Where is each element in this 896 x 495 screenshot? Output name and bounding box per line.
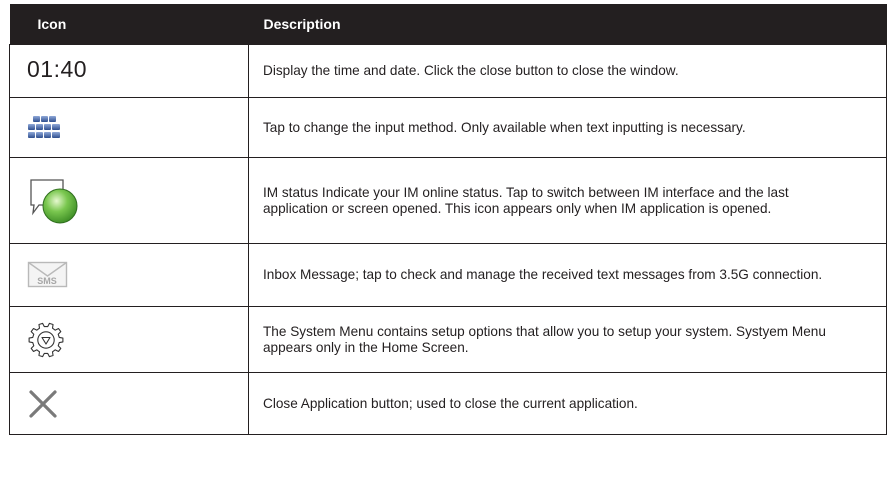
clock-time-display: 01:40 <box>27 56 88 82</box>
sms-label-text: SMS <box>37 276 57 286</box>
table-header-row: Icon Description <box>9 4 887 45</box>
icon-cell <box>9 157 249 244</box>
header-icon: Icon <box>9 4 249 45</box>
description-cell: Inbox Message; tap to check and manage t… <box>248 243 887 307</box>
table-row-time: 01:40 Display the time and date. Click t… <box>9 44 887 98</box>
table-row-im-status: IM status Indicate your IM online status… <box>9 157 887 244</box>
description-cell: Close Application button; used to close … <box>248 372 887 435</box>
description-cell: Tap to change the input method. Only ava… <box>248 97 887 158</box>
description-cell: The System Menu contains setup options t… <box>248 306 887 373</box>
icon-cell <box>9 97 249 158</box>
icon-cell: 01:40 <box>9 44 249 98</box>
sms-envelope-icon: SMS <box>27 261 68 288</box>
table-row-close: Close Application button; used to close … <box>9 372 887 435</box>
table-row-keyboard: Tap to change the input method. Only ava… <box>9 97 887 158</box>
icon-description-table: Icon Description 01:40 Display the time … <box>9 4 887 435</box>
icon-cell: SMS <box>9 243 249 307</box>
icon-cell <box>9 306 249 373</box>
description-cell: Display the time and date. Click the clo… <box>248 44 887 98</box>
header-description: Description <box>248 4 887 45</box>
keyboard-icon <box>28 115 60 138</box>
table-row-sms: SMS Inbox Message; tap to check and mana… <box>9 243 887 307</box>
system-menu-gear-icon <box>28 322 64 357</box>
table-row-system-menu: The System Menu contains setup options t… <box>9 306 887 373</box>
description-cell: IM status Indicate your IM online status… <box>248 157 887 244</box>
im-status-icon <box>30 178 78 223</box>
icon-cell <box>9 372 249 435</box>
close-icon <box>29 389 57 418</box>
